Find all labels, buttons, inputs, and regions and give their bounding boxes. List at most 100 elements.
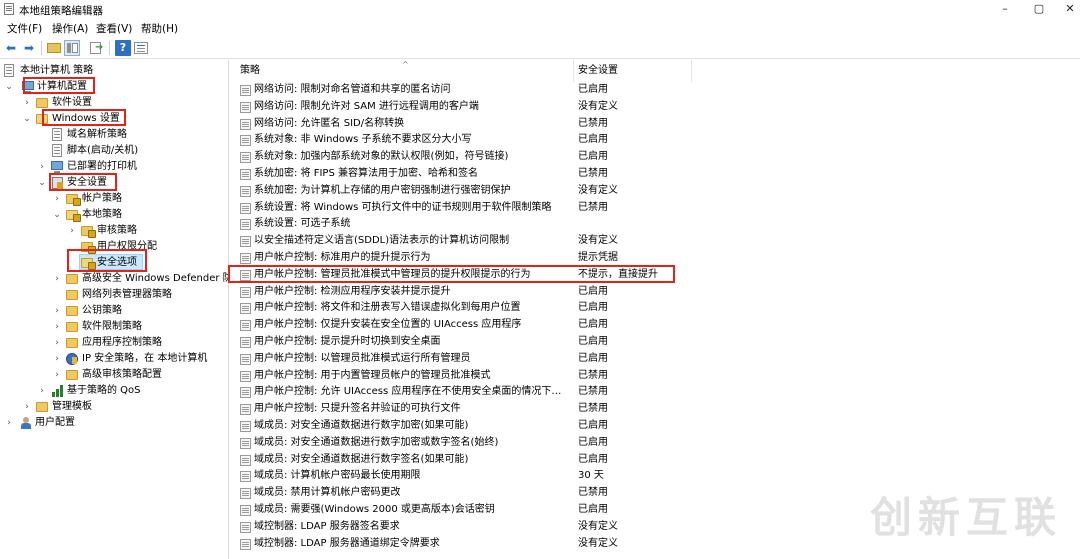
policy-item-icon [240,236,251,248]
help-icon[interactable]: ? [115,40,131,56]
expand-icon[interactable]: › [52,191,62,207]
policy-setting: 已启用 [578,336,608,347]
menu-view[interactable]: 查看(V) [96,21,132,36]
policy-row[interactable]: 用户帐户控制: 仅提升安装在安全位置的 UIAccess 应用程序 已启用 [234,317,834,334]
policy-row[interactable]: 域控制器: LDAP 服务器签名要求 没有定义 [234,519,834,536]
policy-row[interactable]: 网络访问: 限制允许对 SAM 进行远程调用的客户端 没有定义 [234,99,834,116]
policy-item-icon [240,387,251,399]
forward-icon[interactable]: ➡ [21,40,37,56]
policy-row[interactable]: 系统设置: 将 Windows 可执行文件中的证书规则用于软件限制策略 已禁用 [234,200,834,217]
column-header-policy[interactable]: 策略 ^ [234,60,574,82]
folder-icon [36,98,48,108]
policy-setting: 已启用 [578,151,608,163]
policy-item-icon [240,303,251,315]
policy-name: 用户帐户控制: 只提升签名并验证的可执行文件 [254,403,461,415]
policy-name: 域成员: 计算机帐户密码最长使用期限 [254,470,421,482]
policy-name: 系统设置: 将 Windows 可执行文件中的证书规则用于软件限制策略 [254,201,552,213]
policy-row[interactable]: 用户帐户控制: 允许 UIAccess 应用程序在不使用安全桌面的情况下提升..… [234,384,834,401]
policy-setting: 没有定义 [578,520,618,532]
policy-row[interactable]: 网络访问: 允许匿名 SID/名称转换 已禁用 [234,116,834,133]
policy-item-icon [240,471,251,483]
policy-row[interactable]: 域成员: 对安全通道数据进行数字加密(如果可能) 已启用 [234,418,834,435]
policy-row[interactable]: 系统加密: 将 FIPS 兼容算法用于加密、哈希和签名 已禁用 [234,166,834,183]
locked-folder-icon [81,226,96,238]
policy-item-icon [240,421,251,432]
expand-icon[interactable]: › [37,383,47,399]
expand-icon[interactable]: › [22,95,32,111]
tree-item-label: 管理模板 [52,401,92,412]
collapse-icon[interactable]: ⌄ [52,207,62,223]
policy-row[interactable]: 系统对象: 非 Windows 子系统不要求区分大小写 已启用 [234,132,834,149]
up-folder-icon[interactable] [46,40,62,56]
policy-name: 域控制器: LDAP 服务器通道绑定令牌要求 [254,537,440,549]
policy-row[interactable]: 用户帐户控制: 检测应用程序安装并提示提升 已启用 [234,284,834,301]
menu-bar: 文件(F) 操作(A) 查看(V) 帮助(H) [0,19,1080,37]
policy-row[interactable]: 系统对象: 加强内部系统对象的默认权限(例如，符号链接) 已启用 [234,149,834,166]
policy-setting: 已禁用 [578,369,608,381]
expand-icon[interactable]: › [22,399,32,415]
policy-row[interactable]: 域成员: 对安全通道数据进行数字签名(如果可能) 已启用 [234,452,834,469]
ip-security-icon [66,353,78,365]
policy-setting: 已启用 [578,84,608,95]
policy-setting: 已启用 [578,453,608,465]
policy-row[interactable]: 系统设置: 可选子系统 [234,216,834,233]
policy-row[interactable]: 用户帐户控制: 提示提升时切换到安全桌面 已启用 [234,334,834,351]
policy-row[interactable]: 系统加密: 为计算机上存储的用户密钥强制进行强密钥保护 没有定义 [234,183,834,200]
show-tree-icon[interactable] [64,40,80,56]
policy-setting: 已禁用 [578,117,608,129]
properties-icon[interactable] [133,40,149,56]
policy-row[interactable]: 网络访问: 限制对命名管道和共享的匿名访问 已启用 [234,82,834,99]
expand-icon[interactable]: › [52,271,62,287]
tree-item-label: IP 安全策略，在 本地计算机 [82,353,208,364]
policy-row[interactable]: 用户帐户控制: 以管理员批准模式运行所有管理员 已启用 [234,351,834,368]
annotation-box-security-settings [49,173,117,191]
policy-name: 网络访问: 允许匿名 SID/名称转换 [254,117,405,129]
policy-name: 网络访问: 限制对命名管道和共享的匿名访问 [254,84,451,95]
policy-row[interactable]: 以安全描述符定义语言(SDDL)语法表示的计算机访问限制 没有定义 [234,233,834,250]
policy-name: 用户帐户控制: 用于内置管理员帐户的管理员批准模式 [254,369,491,381]
expand-icon[interactable]: › [52,367,62,383]
tree-item-label: 本地策略 [82,209,122,220]
policy-setting: 没有定义 [578,235,618,247]
column-header-setting[interactable]: 安全设置 [574,60,692,82]
policy-setting: 已禁用 [578,487,608,499]
export-list-icon[interactable]: ➜ [89,40,105,56]
expand-icon[interactable]: › [52,319,62,335]
policy-row[interactable]: 域成员: 计算机帐户密码最长使用期限 30 天 [234,468,834,485]
policy-setting: 没有定义 [578,537,618,549]
locked-folder-icon [66,194,81,206]
policy-row[interactable]: 用户帐户控制: 将文件和注册表写入错误虚拟化到每用户位置 已启用 [234,300,834,317]
collapse-icon[interactable]: ⌄ [37,175,47,191]
policy-name: 系统对象: 加强内部系统对象的默认权限(例如，符号链接) [254,151,509,163]
expand-icon[interactable]: › [52,303,62,319]
policy-row[interactable]: 域控制器: LDAP 服务器通道绑定令牌要求 没有定义 [234,536,834,553]
tree-item-label: 脚本(启动/关机) [67,145,139,156]
policy-item-icon [240,219,251,231]
policy-row[interactable]: 用户帐户控制: 只提升签名并验证的可执行文件 已禁用 [234,401,834,418]
policy-row[interactable]: 域成员: 禁用计算机帐户密码更改 已禁用 [234,485,834,502]
policy-row[interactable]: 域成员: 需要强(Windows 2000 或更高版本)会话密钥 已启用 [234,502,834,519]
menu-file[interactable]: 文件(F) [7,21,42,36]
expand-icon[interactable]: › [52,335,62,351]
menu-action[interactable]: 操作(A) [52,21,88,36]
policy-setting: 已启用 [578,504,608,515]
collapse-icon[interactable]: ⌄ [22,111,32,127]
policy-row[interactable]: 域成员: 对安全通道数据进行数字加密或数字签名(始终) 已启用 [234,435,834,452]
folder-icon [66,290,78,300]
back-icon[interactable]: ⬅ [3,40,19,56]
expand-icon[interactable]: › [4,415,14,431]
expand-icon[interactable]: › [67,223,77,239]
policy-setting: 已启用 [578,319,608,331]
policy-item-icon [240,101,251,113]
menu-help[interactable]: 帮助(H) [141,21,178,36]
collapse-icon[interactable]: ⌄ [4,79,14,95]
folder-icon [36,402,48,412]
user-icon [20,417,32,429]
policy-row[interactable]: 用户帐户控制: 用于内置管理员帐户的管理员批准模式 已禁用 [234,368,834,385]
close-button[interactable]: ✕ [1050,0,1080,19]
expand-icon[interactable]: › [52,351,62,367]
policy-name: 域控制器: LDAP 服务器签名要求 [254,520,400,532]
policy-setting: 已启用 [578,420,608,431]
expand-icon[interactable]: › [37,159,47,175]
console-tree[interactable]: 本地计算机 策略 ⌄ 计算机配置 › 软件设置 ⌄ Windows 设置 域名解… [0,60,229,559]
